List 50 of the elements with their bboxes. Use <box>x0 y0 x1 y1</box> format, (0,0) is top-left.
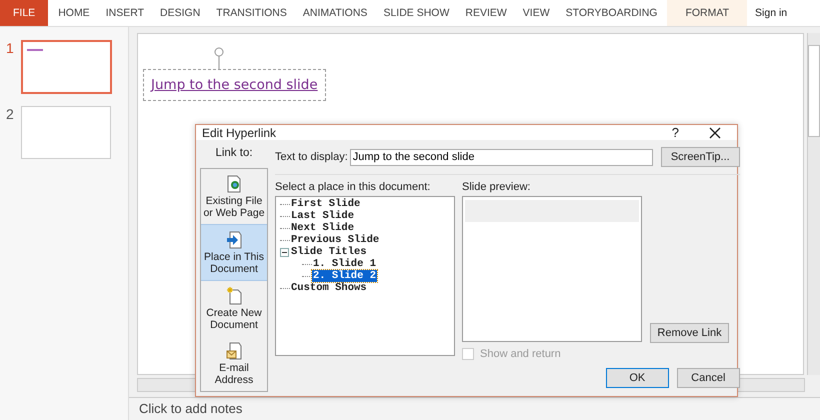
link-type-option[interactable]: E-mail Address <box>201 336 267 391</box>
help-button[interactable]: ? <box>672 125 679 140</box>
new-document-icon <box>226 286 242 304</box>
rotate-handle-icon[interactable] <box>213 47 225 69</box>
text-to-display-field[interactable]: Jump to the second slide <box>350 148 653 166</box>
text-box[interactable]: Jump to the second slide <box>143 69 326 101</box>
ok-button[interactable]: OK <box>606 368 669 388</box>
tree-item[interactable]: Previous Slide <box>290 234 380 246</box>
ribbon-tab[interactable]: VIEW <box>514 0 558 26</box>
cancel-button[interactable]: Cancel <box>676 368 740 388</box>
slide-thumbnail[interactable] <box>21 106 111 159</box>
ribbon-tab[interactable]: HOME <box>50 0 98 26</box>
tree-item[interactable]: 1. Slide 1 <box>312 258 378 270</box>
remove-link-button[interactable]: Remove Link <box>650 323 729 343</box>
sign-in-link[interactable]: Sign in <box>755 7 788 19</box>
tree-item[interactable]: Last Slide <box>290 210 356 222</box>
link-to-label: Link to: <box>215 147 253 161</box>
link-type-option[interactable]: Place in This Document <box>201 224 267 281</box>
document-globe-icon <box>226 174 242 192</box>
hyperlink[interactable]: Jump to the second slide <box>151 77 318 93</box>
slide-thumbnail[interactable] <box>21 40 112 94</box>
ribbon-tab[interactable]: SLIDE SHOW <box>375 0 458 26</box>
ribbon-tab[interactable]: ANIMATIONS <box>294 0 376 26</box>
envelope-document-icon <box>226 342 242 360</box>
ribbon-tab[interactable]: FILE <box>0 0 48 26</box>
tree-item[interactable]: Next Slide <box>290 222 356 234</box>
document-arrow-icon <box>226 230 242 248</box>
ribbon-tab[interactable]: DESIGN <box>152 0 208 26</box>
ribbon-tab[interactable]: REVIEW <box>457 0 515 26</box>
collapse-icon[interactable] <box>280 248 289 256</box>
ribbon-tab[interactable]: FORMAT <box>667 0 748 26</box>
slide-number: 1 <box>6 40 14 58</box>
tree-item[interactable]: Custom Shows <box>290 282 368 294</box>
link-type-option[interactable]: Existing File or Web Page <box>201 169 267 224</box>
place-label: Select a place in this document: <box>275 181 432 193</box>
slide-preview-label: Slide preview: <box>462 181 532 193</box>
screentip-button[interactable]: ScreenTip... <box>660 147 740 167</box>
show-and-return-label: Show and return <box>480 348 561 360</box>
ribbon-tab[interactable]: INSERT <box>98 0 152 26</box>
dialog-title: Edit Hyperlink <box>202 126 278 140</box>
tree-item[interactable]: Slide Titles <box>290 246 368 258</box>
slide-number: 2 <box>6 106 14 124</box>
text-to-display-label: Text to display: <box>275 151 348 163</box>
tree-item[interactable]: First Slide <box>290 198 362 210</box>
link-type-option[interactable]: Create New Document <box>201 281 267 336</box>
tree-item[interactable]: 2. Slide 2 <box>312 270 378 282</box>
ribbon-tab[interactable]: STORYBOARDING <box>558 0 666 26</box>
close-icon[interactable] <box>709 126 721 138</box>
vertical-scrollbar[interactable] <box>807 33 820 375</box>
ribbon-tab[interactable]: TRANSITIONS <box>208 0 295 26</box>
